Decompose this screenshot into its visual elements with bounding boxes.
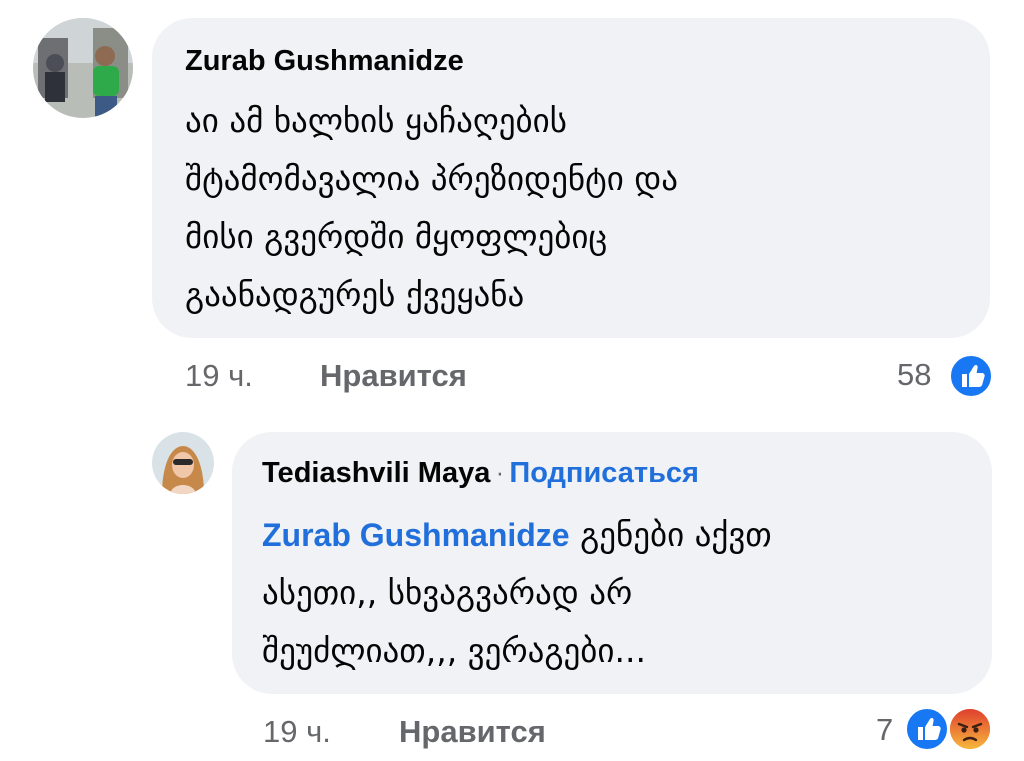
angry-icon[interactable] [947, 706, 993, 752]
like-icon[interactable] [904, 706, 950, 752]
reply-bubble: Tediashvili Maya · Подписаться Zurab Gushm… [232, 432, 992, 694]
comment-bubble: Zurab Gushmanidze აი ამ ხალხის ყაჩაღების… [152, 18, 990, 338]
follow-button[interactable]: Подписаться [509, 457, 699, 489]
reply-reaction-count[interactable]: 7 [876, 712, 893, 748]
reply-timestamp[interactable]: 19 ч. [263, 714, 331, 750]
mention-link[interactable]: Zurab Gushmanidze [262, 517, 570, 553]
comment-text: აი ამ ხალხის ყაჩაღების შტამომავალია პრეზ… [185, 92, 957, 324]
comment-timestamp[interactable]: 19 ч. [185, 358, 253, 394]
reply-avatar[interactable] [152, 432, 214, 494]
avatar-photo [152, 432, 214, 494]
reply-line: შეუძლიათ,,, ვერაგები... [262, 631, 646, 670]
comment-reaction-count[interactable]: 58 [897, 357, 931, 393]
comment-line: შტამომავალია პრეზიდენტი და [185, 159, 679, 198]
reply-line-rest: გენები აქვთ [569, 515, 772, 554]
comment-line: მისი გვერდში მყოფლებიც [185, 217, 608, 256]
like-icon[interactable] [948, 353, 994, 399]
comment-line: აი ამ ხალხის ყაჩაღების [185, 101, 567, 140]
comment-like-button[interactable]: Нравится [320, 358, 467, 394]
reply-line: ასეთი,, სხვაგვარად არ [262, 573, 633, 612]
reply-text: Zurab Gushmanidze გენები აქვთ ასეთი,, სხ… [262, 506, 962, 680]
reply-header: Tediashvili Maya · Подписаться [262, 454, 962, 496]
reply-like-button[interactable]: Нравится [399, 714, 546, 750]
reply-author-name[interactable]: Tediashvili Maya [262, 457, 490, 489]
commenter-avatar[interactable] [33, 18, 133, 118]
avatar-photo [33, 18, 133, 118]
separator-dot: · [496, 463, 504, 488]
comment-author-name[interactable]: Zurab Gushmanidze [185, 42, 957, 80]
reply-line: Zurab Gushmanidze გენები აქვთ [262, 506, 962, 564]
comment-line: გაანადგურეს ქვეყანა [185, 275, 525, 314]
